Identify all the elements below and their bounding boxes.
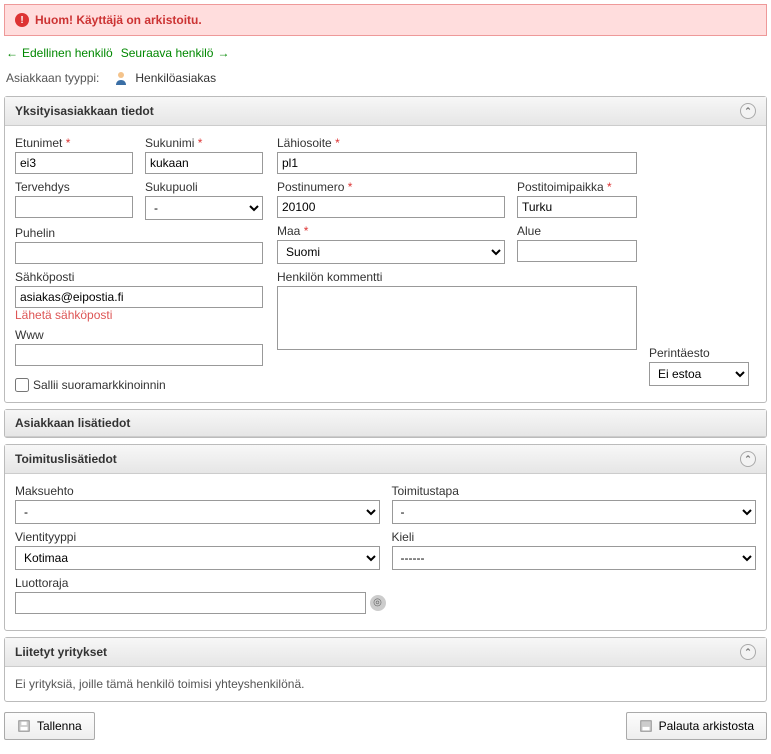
collapse-icon[interactable]: ⌃ [740,103,756,119]
firstname-label: Etunimet * [15,136,133,150]
next-label: Seuraava henkilö [121,46,214,60]
panel-companies: Liitetyt yritykset ⌃ Ei yrityksiä, joill… [4,637,767,702]
collapse-icon[interactable]: ⌃ [740,644,756,660]
city-input[interactable] [517,196,637,218]
greeting-input[interactable] [15,196,133,218]
payterm-select[interactable]: - [15,500,380,524]
panel-delivery-head: Toimituslisätiedot ⌃ [5,445,766,474]
email-label: Sähköposti [15,270,263,284]
address-label: Lähiosoite * [277,136,637,150]
postal-label: Postinumero * [277,180,505,194]
panel-private-title: Yksityisasiakkaan tiedot [15,104,154,118]
panel-extra-head[interactable]: Asiakkaan lisätiedot [5,410,766,437]
prev-label: Edellinen henkilö [22,46,113,60]
companies-empty: Ei yrityksiä, joille tämä henkilö toimis… [15,677,304,691]
export-label: Vientityyppi [15,530,380,544]
type-text: Henkilöasiakas [135,71,216,85]
phone-label: Puhelin [15,226,263,240]
lastname-label: Sukunimi * [145,136,263,150]
credit-input[interactable] [15,592,366,614]
comment-label: Henkilön kommentti [277,270,637,284]
www-label: Www [15,328,263,342]
city-label: Postitoimipaikka * [517,180,637,194]
phone-input[interactable] [15,242,263,264]
send-email-link[interactable]: Lähetä sähköposti [15,308,263,322]
restore-label: Palauta arkistosta [659,719,754,733]
restore-icon [639,719,653,733]
collection-label: Perintäesto [649,346,749,360]
panel-companies-head: Liitetyt yritykset ⌃ [5,638,766,667]
panel-companies-title: Liitetyt yritykset [15,645,107,659]
panel-extra-title: Asiakkaan lisätiedot [15,416,130,430]
type-row: Asiakkaan tyyppi: Henkilöasiakas [4,64,767,96]
nav-row: ← Edellinen henkilö Seuraava henkilö → [4,42,767,64]
arrow-right-icon: → [217,46,229,60]
prev-person-link[interactable]: ← Edellinen henkilö [6,46,113,60]
comment-textarea[interactable] [277,286,637,350]
arrow-left-icon: ← [6,46,18,60]
country-label: Maa * [277,224,505,238]
save-icon [17,719,31,733]
region-label: Alue [517,224,637,238]
export-select[interactable]: Kotimaa [15,546,380,570]
lang-label: Kieli [392,530,757,544]
gender-label: Sukupuoli [145,180,263,194]
email-input[interactable] [15,286,263,308]
address-input[interactable] [277,152,637,174]
delivery-label: Toimitustapa [392,484,757,498]
type-label: Asiakkaan tyyppi: [6,71,99,85]
archive-alert: ! Huom! Käyttäjä on arkistoitu. [4,4,767,36]
panel-delivery: Toimituslisätiedot ⌃ Maksuehto - Toimitu… [4,444,767,631]
country-select[interactable]: Suomi [277,240,505,264]
marketing-label: Sallii suoramarkkinoinnin [33,378,166,392]
credit-label: Luottoraja [15,576,386,590]
restore-button[interactable]: Palauta arkistosta [626,712,767,740]
region-input[interactable] [517,240,637,262]
marketing-checkbox[interactable] [15,378,29,392]
person-icon [113,70,129,86]
delivery-select[interactable]: - [392,500,757,524]
panel-private-head: Yksityisasiakkaan tiedot ⌃ [5,97,766,126]
next-person-link[interactable]: Seuraava henkilö → [121,46,230,60]
warning-icon: ! [15,13,29,27]
tag-icon[interactable]: ◎ [370,595,386,611]
panel-extra: Asiakkaan lisätiedot [4,409,767,438]
postal-input[interactable] [277,196,505,218]
www-input[interactable] [15,344,263,366]
collapse-icon[interactable]: ⌃ [740,451,756,467]
panel-delivery-title: Toimituslisätiedot [15,452,117,466]
save-button[interactable]: Tallenna [4,712,95,740]
save-label: Tallenna [37,719,82,733]
alert-text: Huom! Käyttäjä on arkistoitu. [35,13,202,27]
lastname-input[interactable] [145,152,263,174]
collection-select[interactable]: Ei estoa [649,362,749,386]
lang-select[interactable]: ------ [392,546,757,570]
payterm-label: Maksuehto [15,484,380,498]
panel-private: Yksityisasiakkaan tiedot ⌃ Etunimet * Su… [4,96,767,403]
button-row: Tallenna Palauta arkistosta [4,708,767,750]
greeting-label: Tervehdys [15,180,133,194]
firstname-input[interactable] [15,152,133,174]
gender-select[interactable]: - [145,196,263,220]
type-value: Henkilöasiakas [113,70,216,86]
